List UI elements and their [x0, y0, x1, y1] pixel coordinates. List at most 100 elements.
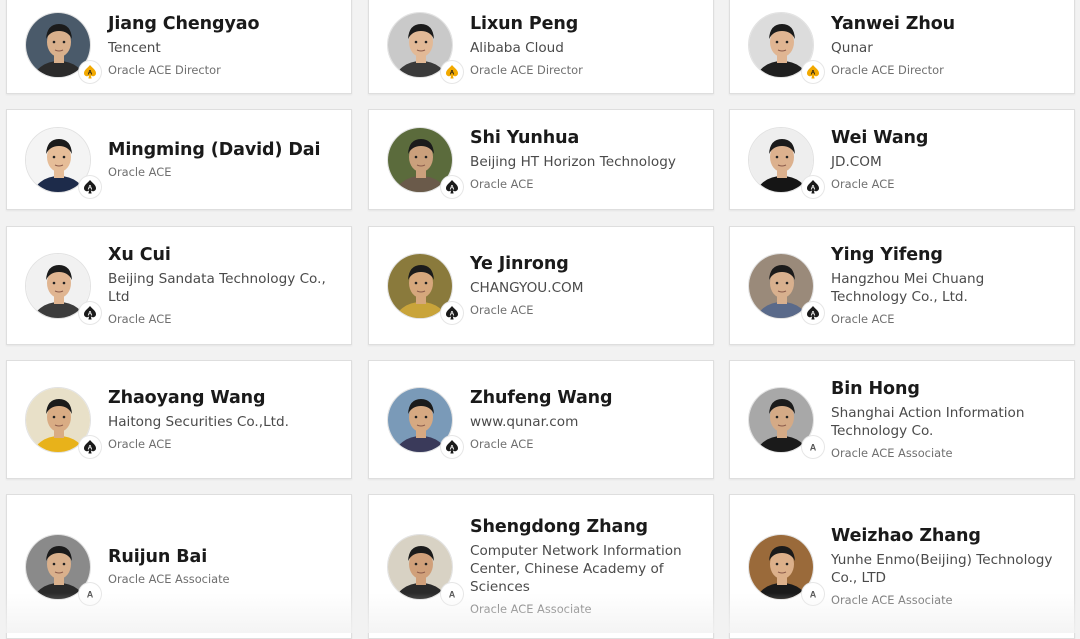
- member-name[interactable]: Xu Cui: [108, 244, 337, 266]
- member-name[interactable]: Weizhao Zhang: [831, 525, 1060, 547]
- member-level: Oracle ACE Associate: [108, 572, 230, 586]
- member-card[interactable]: A Wei Wang JD.COM Oracle ACE: [729, 109, 1075, 210]
- member-company: Beijing Sandata Technology Co., Ltd: [108, 271, 326, 305]
- ace-spade-badge-icon: A: [807, 179, 819, 193]
- member-name[interactable]: Yanwei Zhou: [831, 13, 955, 35]
- member-card[interactable]: A Lixun Peng Alibaba Cloud Oracle ACE Direc…: [368, 0, 714, 94]
- ace-associate-badge-icon: A: [810, 442, 817, 452]
- member-card[interactable]: A Weizhao Zhang Yunhe Enmo(Beijing) Techno…: [729, 494, 1075, 639]
- avatar-container: A: [25, 533, 101, 605]
- svg-text:A: A: [449, 589, 456, 599]
- member-info: Ying Yifeng Hangzhou Mei Chuang Technolog…: [831, 244, 1060, 327]
- member-company: JD.COM: [831, 154, 882, 170]
- svg-text:A: A: [450, 70, 455, 77]
- ace-director-badge-icon: A: [446, 65, 458, 79]
- svg-text:A: A: [810, 442, 817, 452]
- member-name[interactable]: Jiang Chengyao: [108, 13, 260, 35]
- member-card[interactable]: A Mingming (David) Dai Oracle ACE: [6, 109, 352, 210]
- level-badge: A: [441, 582, 463, 605]
- avatar-container: A: [748, 12, 824, 83]
- member-card-content: A Zhufeng Wang www.qunar.com Oracle ACE: [369, 361, 713, 478]
- ace-spade-badge-icon: A: [807, 305, 819, 319]
- member-info: Lixun Peng Alibaba Cloud Oracle ACE Direct…: [470, 13, 583, 78]
- member-company: Yunhe Enmo(Beijing) Technology Co., LTD: [831, 552, 1053, 586]
- member-name[interactable]: Lixun Peng: [470, 13, 583, 35]
- member-info: Shengdong Zhang Computer Network Informat…: [470, 516, 699, 617]
- ace-spade-badge-icon: A: [84, 439, 96, 453]
- ace-spade-badge-icon: A: [446, 439, 458, 453]
- member-info: Weizhao Zhang Yunhe Enmo(Beijing) Technol…: [831, 525, 1060, 608]
- member-name[interactable]: Zhaoyang Wang: [108, 387, 289, 409]
- member-info: Bin Hong Shanghai Action Information Tech…: [831, 378, 1060, 461]
- member-card-content: A Lixun Peng Alibaba Cloud Oracle ACE Direc…: [369, 0, 713, 93]
- member-level: Oracle ACE: [470, 437, 534, 451]
- member-name[interactable]: Bin Hong: [831, 378, 1060, 400]
- member-info: Shi Yunhua Beijing HT Horizon Technology O…: [470, 127, 676, 192]
- member-info: Zhufeng Wang www.qunar.com Oracle ACE: [470, 387, 613, 452]
- level-badge: A: [441, 175, 463, 198]
- member-card[interactable]: A Shi Yunhua Beijing HT Horizon Technology…: [368, 109, 714, 210]
- svg-text:A: A: [811, 310, 816, 317]
- ace-spade-badge-icon: A: [446, 305, 458, 319]
- level-badge: A: [802, 435, 824, 458]
- member-level: Oracle ACE: [108, 437, 172, 451]
- member-info: Mingming (David) Dai Oracle ACE: [108, 139, 321, 180]
- member-name[interactable]: Mingming (David) Dai: [108, 139, 321, 161]
- avatar-container: A: [387, 533, 463, 605]
- member-level: Oracle ACE: [470, 303, 534, 317]
- member-info: Ye Jinrong CHANGYOU.COM Oracle ACE: [470, 253, 584, 318]
- member-company: Hangzhou Mei Chuang Technology Co., Ltd.: [831, 271, 985, 305]
- avatar-container: A: [387, 126, 463, 198]
- svg-text:A: A: [87, 589, 94, 599]
- avatar-container: A: [748, 252, 824, 324]
- member-name[interactable]: Shi Yunhua: [470, 127, 676, 149]
- member-card[interactable]: A Jiang Chengyao Tencent Oracle ACE Directo…: [6, 0, 352, 94]
- member-company: Alibaba Cloud: [470, 39, 564, 56]
- member-level: Oracle ACE: [108, 312, 172, 326]
- svg-text:A: A: [811, 70, 816, 77]
- member-name[interactable]: Wei Wang: [831, 127, 928, 149]
- member-card[interactable]: A Bin Hong Shanghai Action Information Tec…: [729, 360, 1075, 479]
- member-card[interactable]: A Ying Yifeng Hangzhou Mei Chuang Technolo…: [729, 226, 1075, 345]
- member-name[interactable]: Shengdong Zhang: [470, 516, 699, 538]
- member-info: Zhaoyang Wang Haitong Securities Co.,Ltd.…: [108, 387, 289, 452]
- member-card-content: A Weizhao Zhang Yunhe Enmo(Beijing) Techno…: [730, 495, 1074, 638]
- level-badge: A: [441, 435, 463, 458]
- member-card-content: A Xu Cui Beijing Sandata Technology Co., L…: [7, 227, 351, 344]
- member-name[interactable]: Ruijun Bai: [108, 546, 230, 568]
- svg-text:A: A: [450, 184, 455, 191]
- level-badge: A: [79, 582, 101, 605]
- member-level: Oracle ACE Associate: [831, 446, 953, 460]
- member-company: Haitong Securities Co.,Ltd.: [108, 414, 289, 430]
- svg-text:A: A: [88, 444, 93, 451]
- member-name[interactable]: Ying Yifeng: [831, 244, 1060, 266]
- member-name[interactable]: Zhufeng Wang: [470, 387, 613, 409]
- member-company: Qunar: [831, 39, 873, 56]
- avatar-container: A: [25, 386, 101, 458]
- member-name[interactable]: Ye Jinrong: [470, 253, 584, 275]
- avatar-container: A: [25, 252, 101, 324]
- member-card[interactable]: A Xu Cui Beijing Sandata Technology Co., L…: [6, 226, 352, 345]
- member-card-content: A Ruijun Bai Oracle ACE Associate: [7, 495, 351, 638]
- ace-associate-badge-icon: A: [810, 589, 817, 599]
- svg-text:A: A: [88, 310, 93, 317]
- member-card[interactable]: A Shengdong Zhang Computer Network Informa…: [368, 494, 714, 639]
- member-card[interactable]: A Ye Jinrong CHANGYOU.COM Oracle ACE: [368, 226, 714, 345]
- member-company: Tencent: [108, 39, 161, 56]
- ace-member-grid: A Jiang Chengyao Tencent Oracle ACE Directo…: [0, 0, 1080, 639]
- level-badge: A: [79, 175, 101, 198]
- member-card-content: A Shengdong Zhang Computer Network Informa…: [369, 495, 713, 638]
- member-company: Computer Network Information Center, Chi…: [470, 543, 682, 595]
- member-card[interactable]: A Zhaoyang Wang Haitong Securities Co.,Ltd…: [6, 360, 352, 479]
- level-badge: A: [802, 582, 824, 605]
- member-level: Oracle ACE Associate: [470, 602, 592, 616]
- ace-spade-badge-icon: A: [84, 305, 96, 319]
- member-level: Oracle ACE Associate: [831, 593, 953, 607]
- member-card[interactable]: A Yanwei Zhou Qunar Oracle ACE Director: [729, 0, 1075, 94]
- member-company: Beijing HT Horizon Technology: [470, 154, 676, 170]
- member-level: Oracle ACE: [470, 177, 534, 191]
- ace-spade-badge-icon: A: [446, 179, 458, 193]
- member-card[interactable]: A Zhufeng Wang www.qunar.com Oracle ACE: [368, 360, 714, 479]
- member-card[interactable]: A Ruijun Bai Oracle ACE Associate: [6, 494, 352, 639]
- avatar-container: A: [748, 126, 824, 198]
